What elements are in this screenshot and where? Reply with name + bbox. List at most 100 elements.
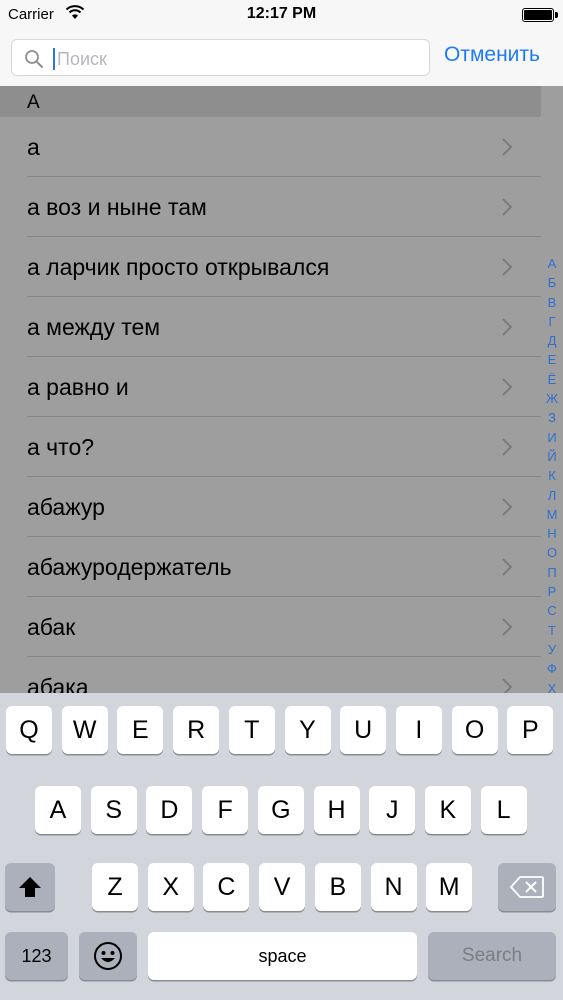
index-letter[interactable]: А (541, 254, 563, 273)
battery-tip (555, 12, 558, 18)
list-item[interactable]: а что? (0, 417, 541, 477)
list-item[interactable]: абажуродержатель (0, 537, 541, 597)
letter-key[interactable]: Q (6, 706, 52, 754)
index-letter[interactable]: Р (541, 582, 563, 601)
search-bar: Поиск Отменить (0, 30, 563, 86)
letter-key[interactable]: K (424, 786, 471, 834)
clock: 12:17 PM (246, 5, 317, 22)
section-header-label: А (27, 92, 40, 113)
index-letter[interactable]: В (541, 293, 563, 312)
letter-key[interactable]: S (90, 786, 137, 834)
index-letter[interactable]: Ф (541, 659, 563, 678)
letter-key[interactable]: B (314, 863, 361, 911)
letter-key[interactable]: Y (284, 706, 331, 754)
list-item[interactable]: а ларчик просто открывался (0, 237, 541, 297)
chevron-right-icon (502, 258, 513, 276)
list-item-label: а между тем (27, 314, 161, 340)
search-icon (25, 50, 43, 68)
index-letter[interactable]: Й (541, 447, 563, 466)
letter-key[interactable]: G (257, 786, 304, 834)
cancel-button[interactable]: Отменить (444, 43, 540, 67)
list-item[interactable]: абажур (0, 477, 541, 537)
letter-key[interactable]: U (340, 706, 387, 754)
chevron-right-icon (502, 618, 513, 636)
letter-key[interactable]: F (202, 786, 249, 834)
letter-key[interactable]: W (61, 706, 108, 754)
list-item-label: абажуродержатель (27, 554, 232, 580)
letter-key[interactable]: Z (92, 863, 138, 911)
index-letter[interactable]: С (541, 601, 563, 620)
letter-key[interactable]: M (426, 863, 473, 911)
chevron-right-icon (502, 678, 513, 693)
list-item-label: абажур (27, 494, 105, 520)
letter-key[interactable]: D (146, 786, 193, 834)
index-letter[interactable]: Д (541, 331, 563, 350)
list-item-label: а (27, 134, 40, 160)
index-letter[interactable]: Ё (541, 370, 563, 389)
index-letter[interactable]: Б (541, 273, 563, 292)
chevron-right-icon (502, 558, 513, 576)
search-placeholder: Поиск (57, 49, 107, 69)
list-item-label: абак (27, 614, 76, 640)
letter-key[interactable]: I (395, 706, 442, 754)
index-letter[interactable]: О (541, 543, 563, 562)
chevron-right-icon (502, 318, 513, 336)
letter-key[interactable]: T (228, 706, 275, 754)
chevron-right-icon (502, 498, 513, 516)
letter-key[interactable]: R (173, 706, 220, 754)
index-letter[interactable]: П (541, 563, 563, 582)
status-bar: Carrier 12:17 PM (0, 0, 563, 30)
list-item[interactable]: абака (0, 657, 541, 693)
letter-key[interactable]: N (370, 863, 417, 911)
chevron-right-icon (502, 438, 513, 456)
delete-key[interactable] (498, 863, 556, 911)
word-list: А а а воз и ныне там а ларчик просто откры… (0, 86, 563, 693)
delete-icon (510, 876, 544, 898)
space-key[interactable]: space (148, 932, 417, 980)
index-letter[interactable]: З (541, 408, 563, 427)
letter-key[interactable]: A (35, 786, 81, 834)
shift-icon (19, 877, 41, 897)
search-input[interactable]: Поиск (11, 39, 430, 76)
index-letter[interactable]: Г (541, 312, 563, 331)
letter-key[interactable]: V (259, 863, 306, 911)
keyboard: 123 space Search QWERTYUIOP ASDFGHJKL ZXCV… (0, 693, 563, 1000)
chevron-right-icon (502, 378, 513, 396)
shift-key[interactable] (5, 863, 55, 911)
numbers-key[interactable]: 123 (5, 932, 68, 980)
section-index[interactable]: АБВГДЕЁЖЗИЙКЛМНОПРСТУФХ (541, 254, 563, 693)
emoji-icon (94, 942, 122, 970)
index-letter[interactable]: Т (541, 621, 563, 640)
battery-icon (522, 8, 554, 22)
letter-key[interactable]: L (480, 786, 527, 834)
index-letter[interactable]: Л (541, 486, 563, 505)
index-letter[interactable]: Ж (541, 389, 563, 408)
letter-key[interactable]: P (507, 706, 554, 754)
list-item-label: а что? (27, 434, 95, 460)
index-letter[interactable]: Х (541, 679, 563, 693)
index-letter[interactable]: Н (541, 524, 563, 543)
list-item[interactable]: а воз и ныне там (0, 177, 541, 237)
list-item[interactable]: а равно и (0, 357, 541, 417)
letter-key[interactable]: O (451, 706, 498, 754)
section-header: А (0, 86, 541, 117)
index-letter[interactable]: У (541, 640, 563, 659)
letter-key[interactable]: C (203, 863, 250, 911)
index-letter[interactable]: И (541, 428, 563, 447)
index-letter[interactable]: М (541, 505, 563, 524)
index-letter[interactable]: К (541, 466, 563, 485)
emoji-key[interactable] (79, 932, 137, 980)
list-item-label: а воз и ныне там (27, 194, 207, 220)
list-item-label: абака (27, 674, 89, 693)
chevron-right-icon (502, 198, 513, 216)
list-item-label: а равно и (27, 374, 129, 400)
search-key[interactable]: Search (428, 932, 556, 980)
letter-key[interactable]: E (117, 706, 164, 754)
list-item[interactable]: абак (0, 597, 541, 657)
list-item[interactable]: а между тем (0, 297, 541, 357)
letter-key[interactable]: J (369, 786, 416, 834)
letter-key[interactable]: H (313, 786, 360, 834)
list-item[interactable]: а (0, 117, 541, 177)
letter-key[interactable]: X (147, 863, 194, 911)
index-letter[interactable]: Е (541, 350, 563, 369)
